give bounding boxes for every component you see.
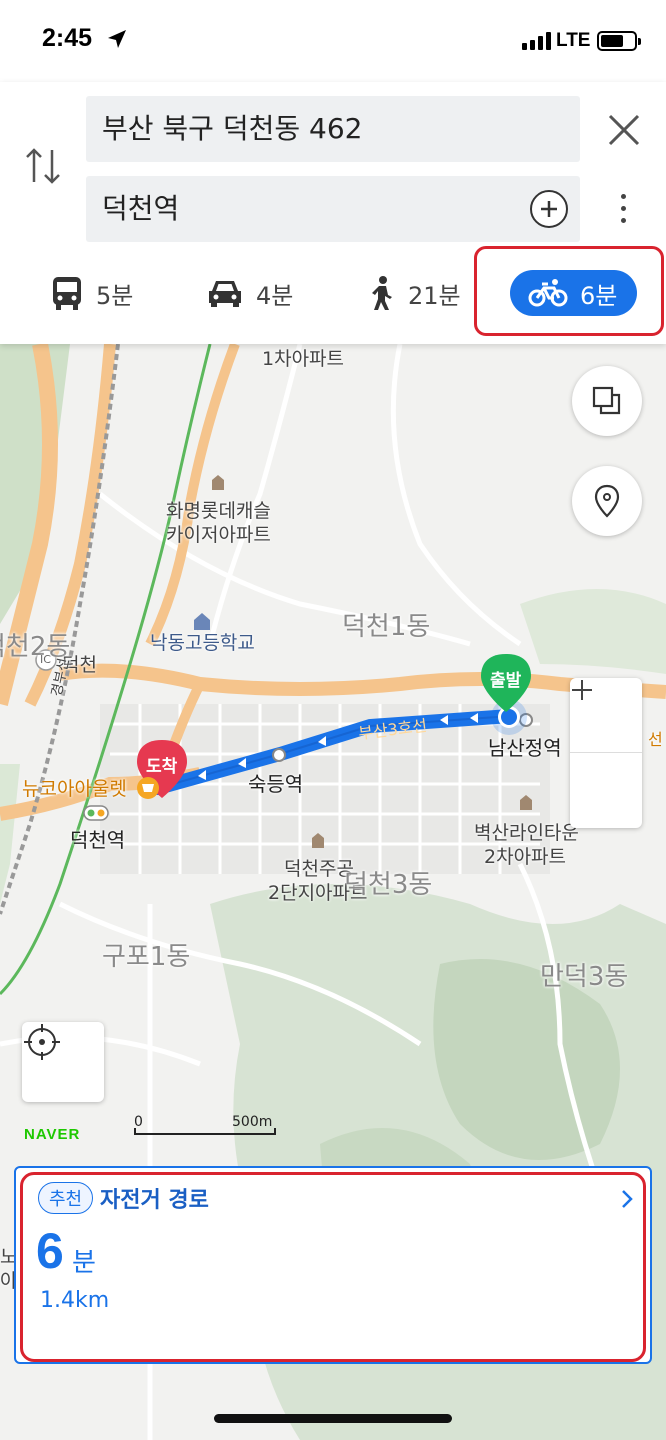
route-time-unit: 분 <box>72 1248 96 1278</box>
label-sukdeung: 숙등역 <box>248 772 304 796</box>
layers-button[interactable] <box>572 366 642 436</box>
zoom-out-button[interactable] <box>570 689 642 828</box>
label-line3-right: 선 <box>648 730 663 749</box>
recommend-badge: 추천 <box>38 1182 94 1214</box>
bus-icon <box>53 277 81 310</box>
origin-input[interactable]: 부산 북구 덕천동 462 <box>86 96 580 162</box>
destination-input[interactable]: 덕천역 <box>86 176 580 242</box>
naver-logo: NAVER <box>24 1126 81 1143</box>
pin-outline-icon <box>594 484 620 518</box>
layers-icon <box>592 386 621 415</box>
more-options-icon[interactable] <box>614 194 632 228</box>
label-ic: IC <box>40 653 51 666</box>
label-castle1: 화명롯데캐슬 <box>166 500 271 522</box>
location-arrow-icon <box>108 30 126 48</box>
label-school: 낙동고등학교 <box>150 632 255 654</box>
minus-icon <box>572 689 592 691</box>
label-dong1: 덕천1동 <box>342 612 431 642</box>
end-marker[interactable]: 도착 <box>146 752 177 777</box>
car-time: 4분 <box>256 281 294 310</box>
walk-time: 21분 <box>408 281 461 310</box>
route-title: 자전거 경로 <box>100 1188 209 1213</box>
plus-icon <box>541 201 557 217</box>
label-gupo: 구포1동 <box>102 942 191 972</box>
label-mandeok: 만덕3동 <box>540 962 629 992</box>
label-castle2: 카이저아파트 <box>166 524 271 546</box>
home-indicator[interactable] <box>214 1414 452 1423</box>
cellular-signal-icon <box>522 32 551 50</box>
swap-icon[interactable] <box>24 144 62 188</box>
tab-transit[interactable]: 5분 <box>50 270 133 316</box>
label-namsan: 남산정역 <box>488 736 562 760</box>
car-icon <box>209 281 241 307</box>
label-byeoksan1: 벽산라인타운 <box>474 822 579 844</box>
current-location-button[interactable] <box>22 1022 104 1102</box>
transit-time: 5분 <box>96 281 134 310</box>
chevron-right-icon[interactable] <box>620 1188 634 1210</box>
walk-icon <box>372 276 392 310</box>
route-header: 부산 북구 덕천동 462 덕천역 5분 4분 21분 6분 <box>0 82 666 344</box>
place-pin-button[interactable] <box>572 466 642 536</box>
battery-icon <box>597 31 641 51</box>
label-dong3: 덕천3동 <box>344 870 433 900</box>
status-bar: 2:45 LTE <box>0 0 666 82</box>
destination-text: 덕천역 <box>102 192 180 225</box>
label-byeoksan2: 2차아파트 <box>484 846 567 868</box>
clock: 2:45 <box>42 24 93 52</box>
map-scale: 0 500m <box>132 1114 278 1136</box>
add-waypoint-button[interactable] <box>530 190 568 228</box>
crosshair-icon <box>24 1024 60 1060</box>
route-result-card[interactable]: 추천 자전거 경로 6 분 1.4km <box>14 1166 652 1364</box>
label-apt1: 1차아파트 <box>262 348 345 370</box>
route-time-value: 6 <box>36 1223 64 1279</box>
highlight-bike-tab <box>474 246 664 336</box>
label-deokcheon-stn: 덕천역 <box>70 828 126 852</box>
close-icon[interactable] <box>604 110 644 150</box>
tab-walk[interactable]: 21분 <box>368 270 461 316</box>
route-distance: 1.4km <box>40 1288 110 1313</box>
zoom-control <box>570 678 642 828</box>
network-type: LTE <box>556 30 591 51</box>
start-marker[interactable]: 출발 <box>490 666 521 691</box>
label-outlet: 뉴코아아울렛 <box>22 778 127 800</box>
tab-car[interactable]: 4분 <box>206 270 293 316</box>
